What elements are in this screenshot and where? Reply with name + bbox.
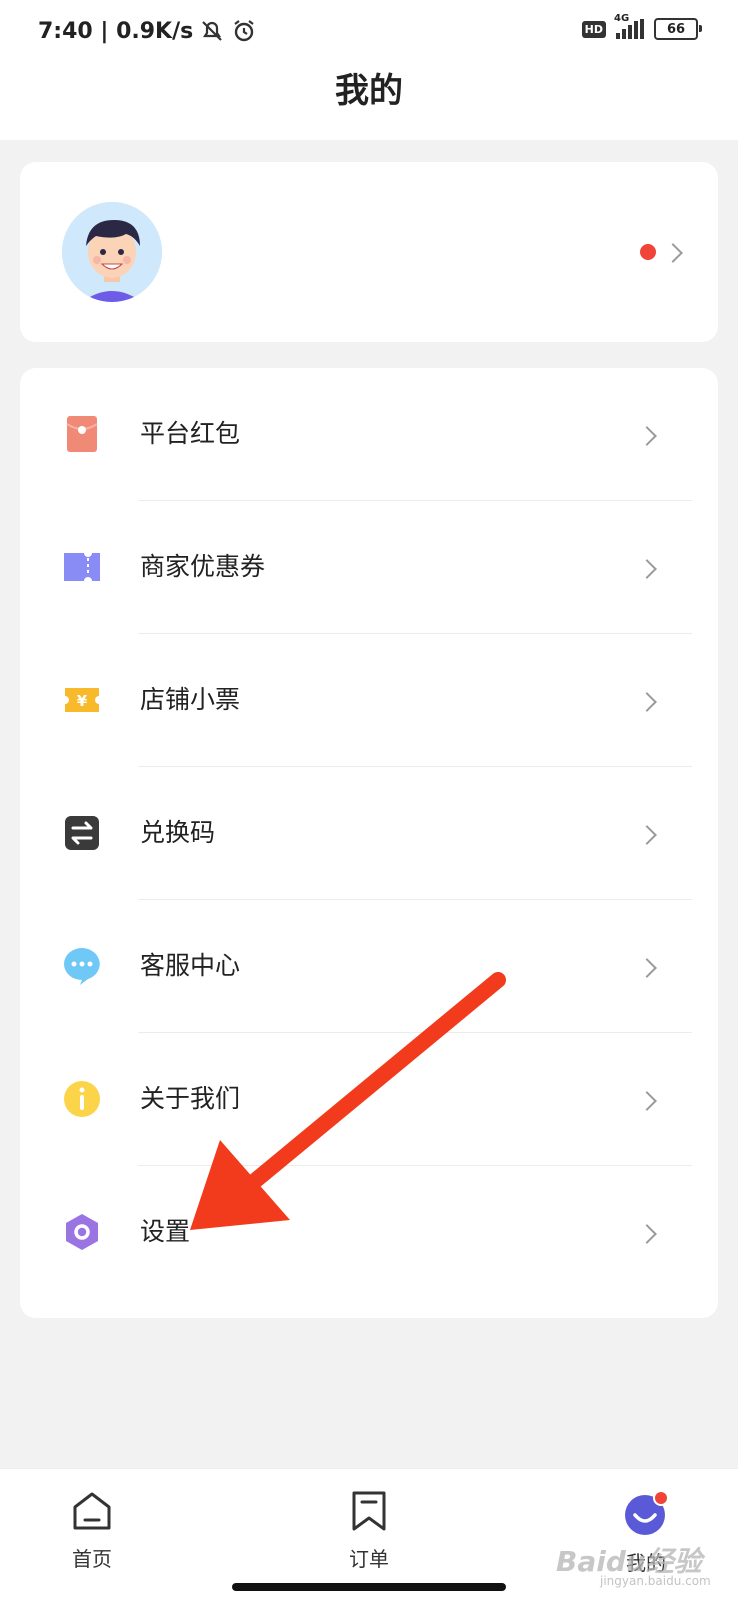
exchange-icon <box>65 816 99 850</box>
red-packet-icon <box>66 416 98 452</box>
coupon-icon <box>64 549 100 585</box>
info-icon <box>64 1081 100 1117</box>
avatar[interactable] <box>62 202 162 302</box>
menu-item-red-packet[interactable]: 平台红包 <box>20 368 718 501</box>
menu-item-about-us[interactable]: 关于我们 <box>20 1033 718 1166</box>
chat-icon <box>64 948 100 985</box>
menu-item-label: 商家优惠券 <box>140 552 266 581</box>
menu-item-label: 店铺小票 <box>140 685 241 714</box>
chevron-right-icon <box>637 426 657 446</box>
avatar-face-icon <box>62 202 162 302</box>
notification-dot <box>640 244 656 260</box>
status-bar: 7:40 | 0.9K/s HD 4G 66 <box>0 0 738 62</box>
menu-item-label: 客服中心 <box>140 951 241 980</box>
chevron-right-icon <box>637 1091 657 1111</box>
mute-bell-icon <box>202 21 223 41</box>
chevron-right-icon <box>637 825 657 845</box>
profile-card[interactable] <box>20 162 718 342</box>
menu-item-label: 关于我们 <box>140 1084 241 1113</box>
status-right: HD 4G 66 <box>581 13 702 40</box>
chevron-right-icon <box>637 559 657 579</box>
home-indicator[interactable] <box>232 1583 506 1591</box>
menu-item-exchange-code[interactable]: 兑换码 <box>20 767 718 900</box>
signal-icon: 4G <box>614 13 644 39</box>
status-time-speed: 7:40 | 0.9K/s <box>38 18 194 44</box>
watermark-url: jingyan.baidu.com <box>600 1574 711 1588</box>
alarm-icon <box>234 20 254 42</box>
battery-level: 66 <box>666 21 686 37</box>
menu-card: 平台红包 商家优惠券 ¥ 店铺小票 兑换码 客服中心 关于我们 设置 <box>20 368 718 1318</box>
chevron-right-icon <box>637 692 657 712</box>
tab-label: 订单 <box>349 1547 389 1571</box>
menu-item-label: 平台红包 <box>140 419 241 448</box>
home-icon <box>73 1492 111 1530</box>
receipt-icon: ¥ <box>65 688 99 712</box>
svg-text:¥: ¥ <box>77 692 88 710</box>
bookmark-icon <box>352 1491 386 1531</box>
menu-item-label: 兑换码 <box>140 818 216 847</box>
battery-icon: 66 <box>654 18 702 40</box>
menu-item-receipt[interactable]: ¥ 店铺小票 <box>20 634 718 767</box>
hd-badge: HD <box>581 20 606 38</box>
tab-label: 首页 <box>72 1547 112 1571</box>
menu-item-customer-service[interactable]: 客服中心 <box>20 900 718 1033</box>
chevron-right-icon <box>663 243 683 263</box>
page-title: 我的 <box>335 71 403 111</box>
chevron-right-icon <box>637 1224 657 1244</box>
tab-orders[interactable]: 订单 <box>309 1489 429 1572</box>
menu-item-settings[interactable]: 设置 <box>20 1166 718 1299</box>
menu-item-label: 设置 <box>140 1217 191 1246</box>
menu-item-coupon[interactable]: 商家优惠券 <box>20 501 718 634</box>
status-left: 7:40 | 0.9K/s <box>38 18 257 44</box>
tab-home[interactable]: 首页 <box>32 1489 152 1572</box>
profile-icon <box>625 1490 669 1535</box>
network-type: 4G <box>614 13 630 24</box>
page-header: 我的 <box>0 62 738 140</box>
chevron-right-icon <box>637 958 657 978</box>
settings-icon <box>66 1214 98 1250</box>
